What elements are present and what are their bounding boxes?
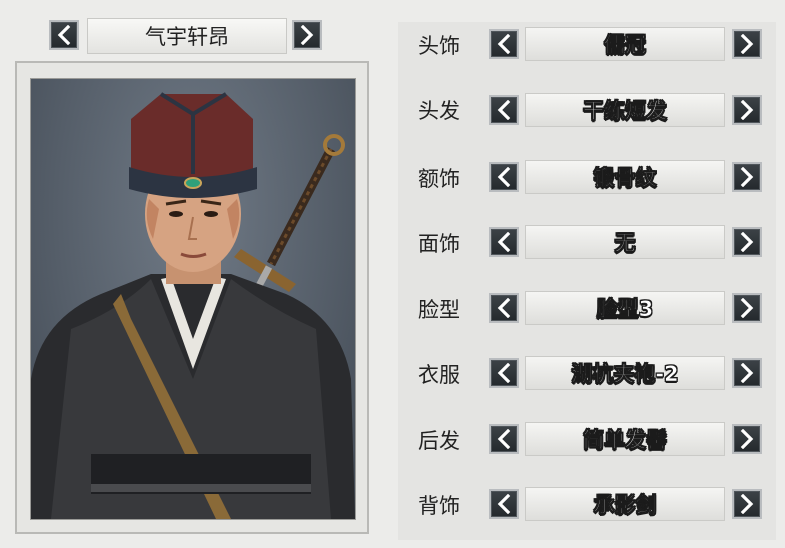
chevron-right-icon [300, 25, 314, 45]
option-label-face-shape: 脸型 [418, 298, 460, 322]
prev-face-shape-button[interactable] [489, 293, 519, 323]
chevron-right-icon [740, 298, 754, 318]
option-value-back-hair: 简单发髻 [525, 422, 725, 456]
prev-preset-button[interactable] [49, 20, 79, 50]
option-label-face-accessory: 面饰 [418, 232, 460, 256]
next-back-hair-button[interactable] [732, 424, 762, 454]
next-clothes-button[interactable] [732, 358, 762, 388]
next-headwear-button[interactable] [732, 29, 762, 59]
chevron-left-icon [497, 100, 511, 120]
chevron-left-icon [497, 494, 511, 514]
prev-forehead-button[interactable] [489, 162, 519, 192]
prev-clothes-button[interactable] [489, 358, 519, 388]
chevron-right-icon [740, 363, 754, 383]
chevron-left-icon [497, 429, 511, 449]
next-face-accessory-button[interactable] [732, 227, 762, 257]
prev-hair-button[interactable] [489, 95, 519, 125]
prev-back-accessory-button[interactable] [489, 489, 519, 519]
portrait-frame [15, 61, 369, 534]
chevron-right-icon [740, 167, 754, 187]
option-label-clothes: 衣服 [418, 363, 460, 387]
next-back-accessory-button[interactable] [732, 489, 762, 519]
chevron-left-icon [497, 232, 511, 252]
option-value-face-shape: 脸型3 [525, 291, 725, 325]
chevron-right-icon [740, 100, 754, 120]
option-label-back-accessory: 背饰 [418, 494, 460, 518]
preset-name: 气宇轩昂 [87, 18, 287, 54]
option-label-forehead: 额饰 [418, 167, 460, 191]
prev-headwear-button[interactable] [489, 29, 519, 59]
option-label-headwear: 头饰 [418, 34, 460, 58]
option-value-headwear: 儒冠 [525, 27, 725, 61]
chevron-right-icon [740, 232, 754, 252]
prev-face-accessory-button[interactable] [489, 227, 519, 257]
next-face-shape-button[interactable] [732, 293, 762, 323]
character-illustration [31, 92, 355, 519]
option-value-forehead: 锻骨纹 [525, 160, 725, 194]
option-value-clothes: 湖杭夹袍-2 [525, 356, 725, 390]
option-label-back-hair: 后发 [418, 429, 460, 453]
chevron-left-icon [497, 34, 511, 54]
option-value-hair: 干练短发 [525, 93, 725, 127]
option-value-back-accessory: 承影剑 [525, 487, 725, 521]
option-value-face-accessory: 无 [525, 225, 725, 259]
next-hair-button[interactable] [732, 95, 762, 125]
next-forehead-button[interactable] [732, 162, 762, 192]
prev-back-hair-button[interactable] [489, 424, 519, 454]
character-portrait [30, 78, 356, 520]
option-label-hair: 头发 [418, 99, 460, 123]
chevron-left-icon [497, 298, 511, 318]
chevron-left-icon [57, 25, 71, 45]
chevron-right-icon [740, 34, 754, 54]
chevron-right-icon [740, 429, 754, 449]
chevron-left-icon [497, 167, 511, 187]
chevron-right-icon [740, 494, 754, 514]
next-preset-button[interactable] [292, 20, 322, 50]
chevron-left-icon [497, 363, 511, 383]
